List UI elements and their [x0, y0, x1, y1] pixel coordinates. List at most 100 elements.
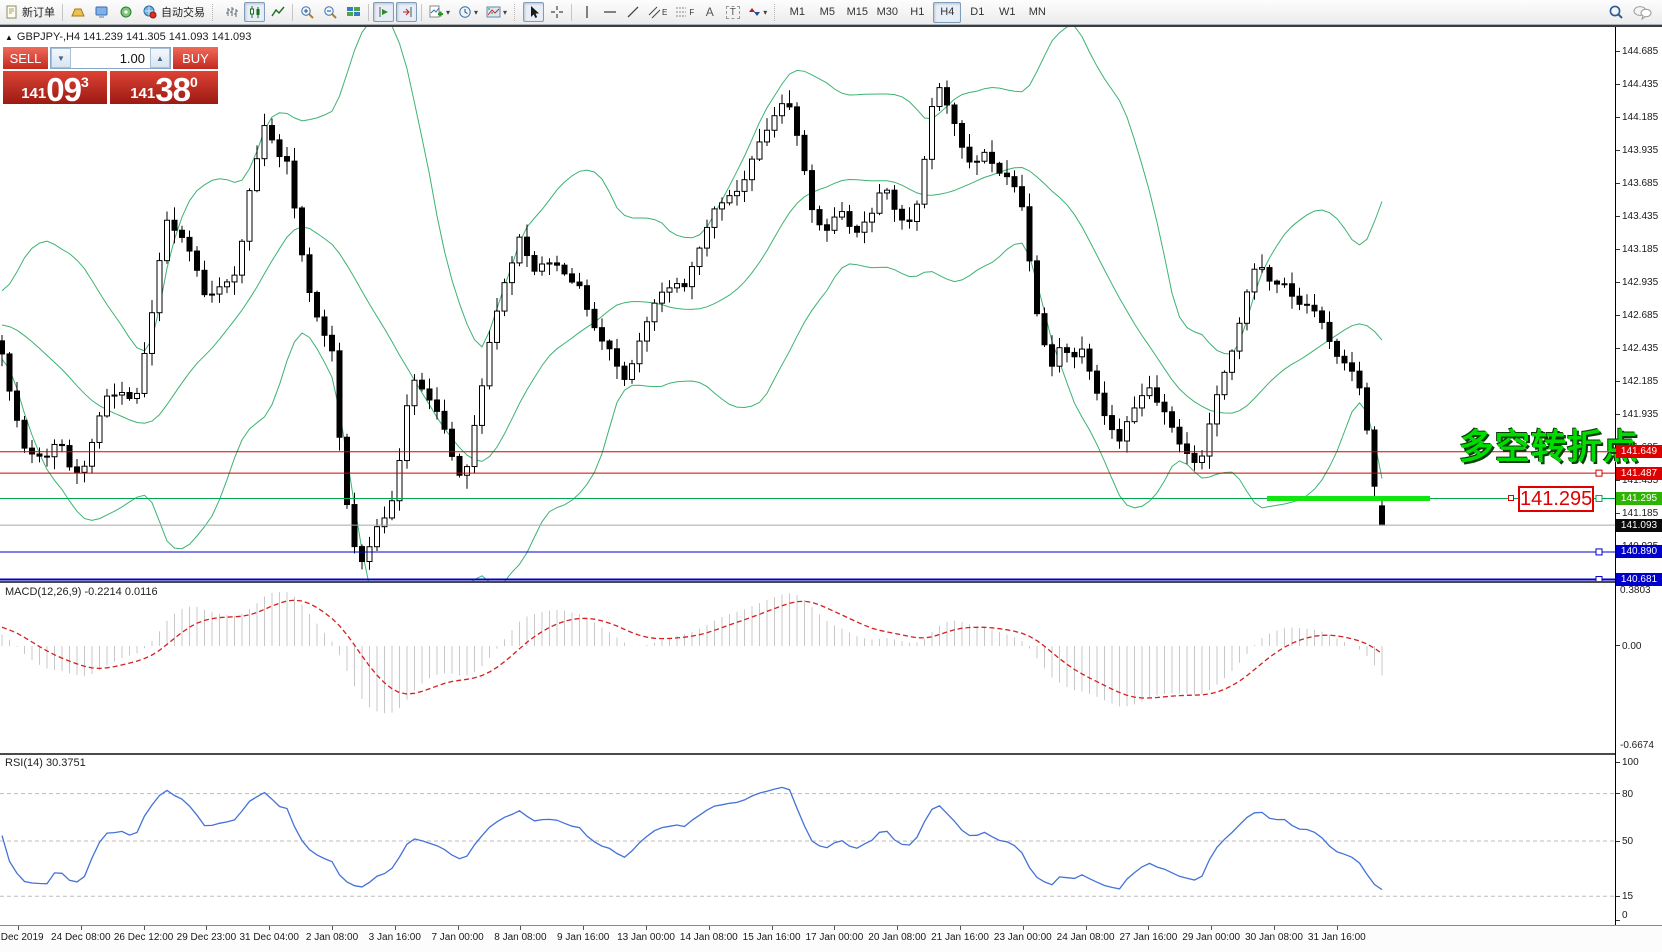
tab-timeframe-d1[interactable]: D1 [963, 2, 991, 23]
periods-button[interactable]: ▾ [455, 2, 481, 22]
dropdown-caret-icon: ▾ [763, 8, 767, 17]
tab-timeframe-m5[interactable]: M5 [813, 2, 841, 23]
time-axis-label: 8 Jan 08:00 [494, 932, 546, 943]
time-axis-label: 15 Jan 16:00 [743, 932, 801, 943]
price-axis-tick [1616, 150, 1620, 151]
computer-icon [94, 5, 110, 19]
price-badge: 140.890 [1616, 545, 1662, 558]
time-axis-label: 31 Dec 04:00 [239, 932, 299, 943]
auto-trading-label: 自动交易 [161, 4, 205, 20]
volume-increase-button[interactable]: ▲ [150, 48, 170, 68]
auto-scroll-button[interactable] [396, 2, 417, 22]
panel-separator-macd[interactable] [0, 581, 1615, 583]
templates-button[interactable]: ▾ [483, 2, 510, 22]
toolbar-separator [421, 4, 422, 21]
tab-timeframe-w1[interactable]: W1 [993, 2, 1021, 23]
volume-input[interactable]: 1.00 [71, 48, 150, 68]
candlestick-chart-button[interactable] [244, 2, 265, 22]
tab-timeframe-m1[interactable]: M1 [783, 2, 811, 23]
time-axis-label: 17 Jan 00:00 [805, 932, 863, 943]
cursor-arrow-icon [527, 5, 540, 19]
sell-price-small: 141 [21, 86, 46, 101]
price-badge: 141.093 [1616, 519, 1662, 532]
rsi-axis-tick [1616, 762, 1620, 763]
auto-trading-button[interactable]: 自动交易 [139, 2, 208, 22]
time-axis-label: 23 Jan 00:00 [994, 932, 1052, 943]
time-axis-tick [269, 926, 270, 930]
gold-button[interactable] [67, 2, 89, 22]
new-order-button[interactable]: 新订单 [2, 2, 58, 22]
clock-icon [458, 5, 472, 19]
macd-scale-zero: 0.00 [1622, 641, 1641, 652]
volume-decrease-button[interactable]: ▼ [51, 48, 71, 68]
candles-layer [0, 81, 1385, 570]
text-tool[interactable]: A [699, 2, 720, 22]
price-axis-tick-label: 141.185 [1622, 508, 1658, 519]
price-axis-tick-label: 142.935 [1622, 277, 1658, 288]
signal-button[interactable] [115, 2, 137, 22]
zoom-out-button[interactable] [320, 2, 341, 22]
tab-timeframe-mn[interactable]: MN [1023, 2, 1051, 23]
search-button[interactable] [1605, 2, 1627, 22]
text-label-tool[interactable]: T [722, 2, 743, 22]
channel-tool[interactable]: E [645, 2, 670, 22]
macd-signal-line [2, 600, 1382, 698]
buy-button[interactable]: BUY [173, 47, 218, 69]
horizontal-line-tool[interactable] [599, 2, 620, 22]
price-axis-tick [1616, 51, 1620, 52]
tile-windows-button[interactable] [343, 2, 364, 22]
price-axis-tick [1616, 315, 1620, 316]
time-axis-label: 20 Jan 08:00 [868, 932, 926, 943]
sell-price-button[interactable]: 141 09 3 [3, 71, 107, 104]
crosshair-button[interactable] [546, 2, 567, 22]
trendline-tool[interactable] [622, 2, 643, 22]
timeframe-bar: M1M5M15M30H1H4D1W1MN [782, 2, 1052, 23]
time-axis-tick [81, 926, 82, 930]
buy-price-button[interactable]: 141 38 0 [110, 71, 218, 104]
price-axis-tick [1616, 480, 1620, 481]
symbol-info[interactable]: ▲ GBPJPY-,H4 141.239 141.305 141.093 141… [5, 31, 251, 43]
chat-button[interactable] [1629, 2, 1655, 22]
price-axis-tick [1616, 183, 1620, 184]
sell-button[interactable]: SELL [3, 47, 48, 69]
callout-handle[interactable] [1508, 495, 1514, 501]
rsi-scale-label: 100 [1622, 757, 1639, 768]
main-toolbar: 新订单 自动交易 [0, 0, 1662, 25]
price-axis-tick [1616, 348, 1620, 349]
tab-timeframe-m15[interactable]: M15 [843, 2, 871, 23]
rsi-indicator-chart[interactable] [0, 755, 1615, 923]
terminal-button[interactable] [91, 2, 113, 22]
time-axis-label: 3 Dec 2019 [0, 932, 44, 943]
price-axis-tick-label: 143.935 [1622, 145, 1658, 156]
tab-timeframe-h4[interactable]: H4 [933, 2, 961, 23]
arrows-tool[interactable]: ▾ [745, 2, 770, 22]
line-chart-button[interactable] [267, 2, 288, 22]
macd-scale-bottom: -0.6674 [1620, 740, 1654, 751]
chart-text-annotation[interactable]: 多空转折点 [1459, 419, 1639, 470]
panel-separator-rsi[interactable] [0, 753, 1615, 755]
zoom-in-button[interactable] [297, 2, 318, 22]
zoom-in-icon [300, 5, 315, 20]
line-handle [1596, 470, 1602, 476]
fibonacci-tool[interactable]: F [672, 2, 697, 22]
macd-indicator-chart[interactable] [0, 584, 1615, 753]
time-axis-tick [583, 926, 584, 930]
tab-timeframe-h1[interactable]: H1 [903, 2, 931, 23]
main-price-chart[interactable] [0, 27, 1615, 581]
time-axis[interactable]: 3 Dec 201924 Dec 08:0026 Dec 12:0029 Dec… [0, 925, 1662, 952]
rsi-axis-tick [1616, 841, 1620, 842]
price-axis-tick-label: 144.435 [1622, 79, 1658, 90]
vertical-line-tool[interactable] [576, 2, 597, 22]
time-axis-label: 24 Jan 08:00 [1057, 932, 1115, 943]
cursor-button[interactable] [523, 2, 544, 22]
tab-timeframe-m30[interactable]: M30 [873, 2, 901, 23]
time-axis-tick [897, 926, 898, 930]
chart-shift-button[interactable] [373, 2, 394, 22]
price-badge: 141.649 [1616, 445, 1662, 458]
text-tool-letter: A [706, 5, 714, 19]
bar-chart-button[interactable] [221, 2, 242, 22]
price-badge: 141.295 [1616, 492, 1662, 505]
price-callout-label[interactable]: 141.295 [1518, 486, 1594, 512]
collapse-triangle-icon[interactable]: ▲ [5, 33, 13, 42]
indicators-button[interactable]: ▾ [426, 2, 453, 22]
